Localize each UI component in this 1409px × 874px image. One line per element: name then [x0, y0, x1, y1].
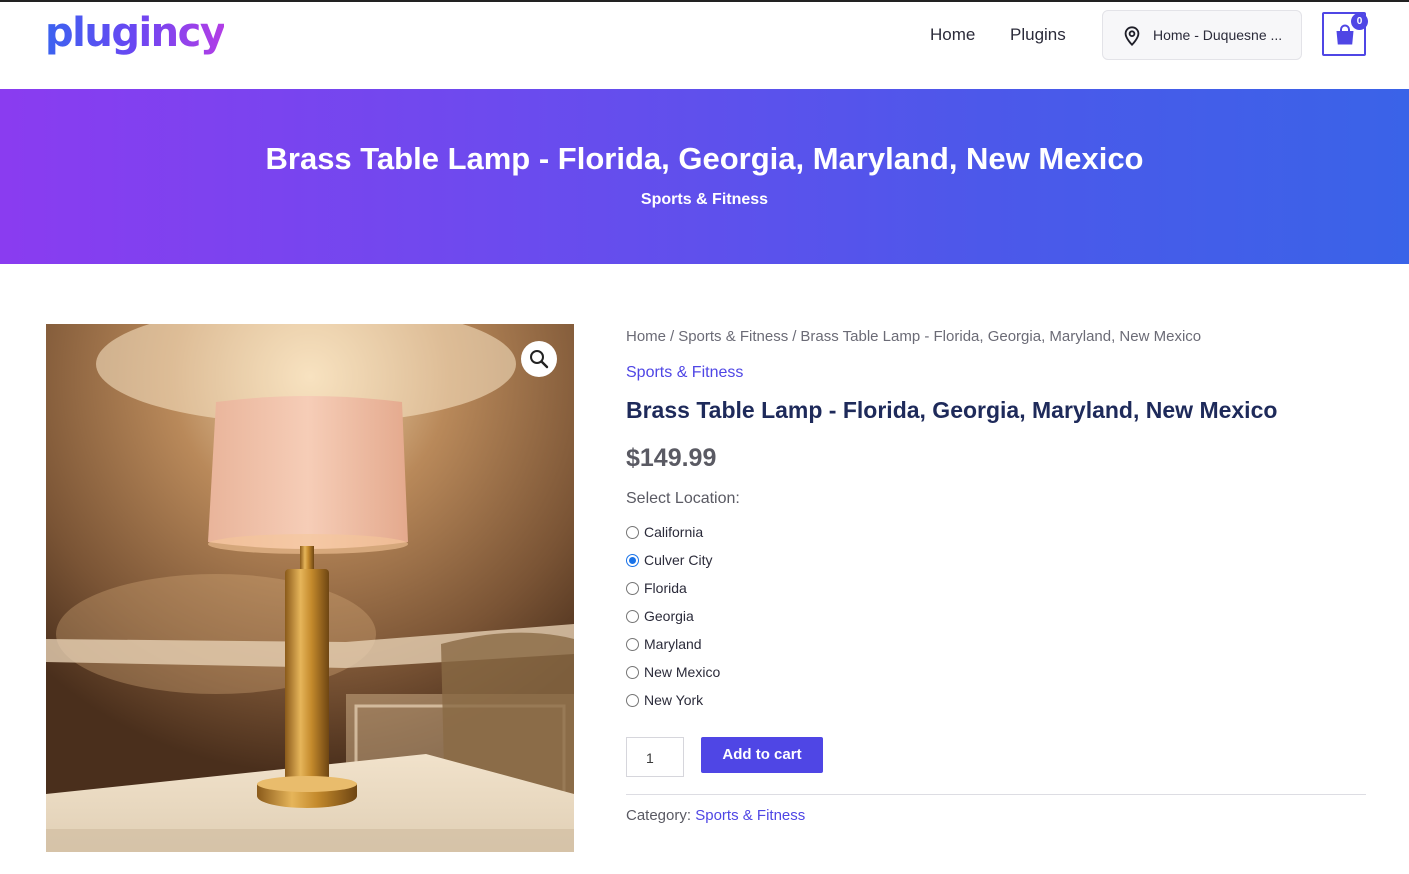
location-option-georgia[interactable]: Georgia [626, 602, 720, 630]
radio-button[interactable] [626, 525, 639, 539]
radio-button[interactable] [626, 637, 639, 651]
hero-title: Brass Table Lamp - Florida, Georgia, Mar… [265, 141, 1144, 176]
location-radio-group: California Culver City Florida Georgia M… [626, 518, 720, 714]
divider [626, 794, 1366, 795]
site-logo[interactable]: plugincy [45, 10, 226, 56]
magnifier-icon [530, 350, 549, 369]
location-selector-text: Home - Duquesne ... [1153, 27, 1283, 43]
quantity-input[interactable]: 1 [626, 737, 684, 777]
page-hero-banner: Brass Table Lamp - Florida, Georgia, Mar… [0, 89, 1409, 264]
add-to-cart-button[interactable]: Add to cart [701, 737, 823, 773]
zoom-button[interactable] [521, 341, 557, 377]
category-meta-label: Category: [626, 807, 692, 824]
location-option-culver-city[interactable]: Culver City [626, 546, 720, 574]
breadcrumb-home[interactable]: Home [626, 328, 666, 345]
radio-button[interactable] [626, 581, 639, 595]
product-title: Brass Table Lamp - Florida, Georgia, Mar… [626, 397, 1278, 423]
breadcrumb-separator: / [792, 328, 797, 345]
location-option-maryland[interactable]: Maryland [626, 630, 720, 658]
hero-subtitle: Sports & Fitness [640, 191, 769, 208]
nav-plugins-link[interactable]: Plugins [1010, 25, 1066, 45]
breadcrumb: Home / Sports & Fitness / Brass Table Lamp -… [626, 328, 1201, 345]
product-category-link[interactable]: Sports & Fitness [626, 364, 743, 382]
breadcrumb-current: Brass Table Lamp - Florida, Georgia, Mar… [800, 328, 1202, 345]
site-header: plugincy Home Plugins Home - Duquesne ..… [0, 2, 1409, 89]
select-location-label: Select Location: [626, 490, 740, 507]
location-option-new-york[interactable]: New York [626, 686, 720, 714]
nav-home-link[interactable]: Home [930, 25, 975, 45]
location-selector[interactable]: Home - Duquesne ... [1102, 10, 1302, 60]
location-option-florida[interactable]: Florida [626, 574, 720, 602]
breadcrumb-separator: / [670, 328, 675, 345]
location-option-california[interactable]: California [626, 518, 720, 546]
category-meta-link[interactable]: Sports & Fitness [695, 807, 805, 824]
product-image[interactable] [46, 324, 574, 852]
product-price: $149.99 [626, 444, 717, 472]
radio-button[interactable] [626, 665, 639, 679]
radio-button-selected[interactable] [626, 553, 639, 567]
breadcrumb-category[interactable]: Sports & Fitness [678, 328, 788, 345]
map-pin-icon [1124, 26, 1140, 47]
cart-count-badge: 0 [1351, 13, 1368, 30]
location-option-new-mexico[interactable]: New Mexico [626, 658, 720, 686]
radio-button[interactable] [626, 693, 639, 707]
radio-button[interactable] [626, 609, 639, 623]
product-meta-category: Category: Sports & Fitness [626, 807, 805, 824]
lamp-photo [46, 324, 574, 852]
